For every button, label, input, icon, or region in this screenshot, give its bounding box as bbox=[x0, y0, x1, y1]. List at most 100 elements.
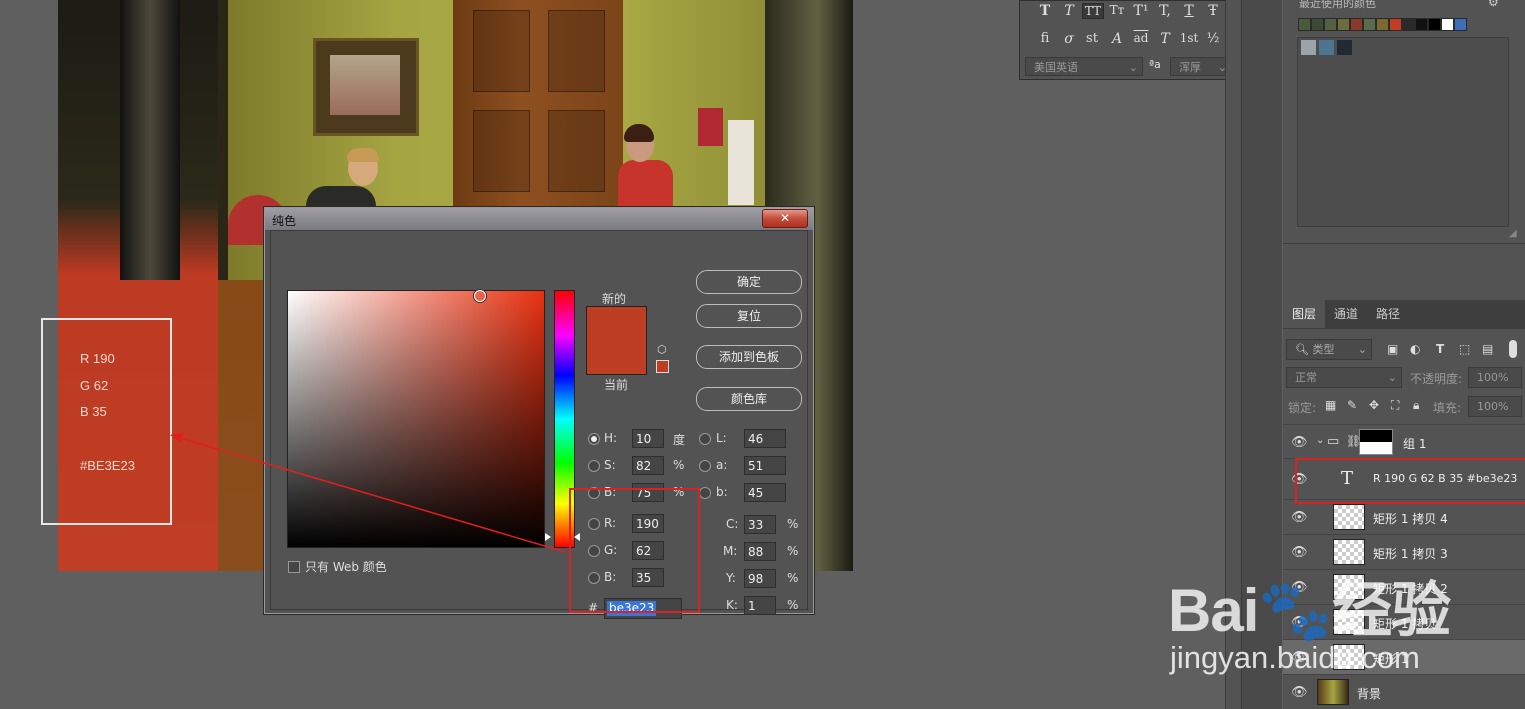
annotation-b: B 35 bbox=[80, 404, 107, 419]
web-safe-swatch[interactable] bbox=[656, 360, 669, 373]
reset-button[interactable]: 复位 bbox=[696, 304, 802, 328]
tab-paths[interactable]: 路径 bbox=[1367, 300, 1409, 328]
unit-percent: % bbox=[787, 517, 799, 531]
current-color-swatch[interactable] bbox=[586, 340, 647, 375]
antialias-dropdown[interactable]: 浑厚 ⌄ bbox=[1170, 57, 1232, 76]
language-dropdown[interactable]: 美国英语 ⌄ bbox=[1025, 57, 1143, 76]
recent-color-swatch[interactable] bbox=[1389, 18, 1402, 31]
recent-colors-row bbox=[1298, 0, 1498, 40]
close-button[interactable]: ✕ bbox=[762, 209, 808, 228]
m-field[interactable]: 88 bbox=[744, 542, 776, 561]
swash-icon[interactable]: A bbox=[1107, 31, 1127, 47]
hue-slider-left-arrow[interactable] bbox=[545, 533, 551, 541]
web-colors-checkbox[interactable] bbox=[288, 561, 300, 573]
recent-color-swatch[interactable] bbox=[1415, 18, 1428, 31]
s-field[interactable]: 82 bbox=[632, 456, 664, 475]
small-caps-icon[interactable]: Tт bbox=[1107, 3, 1127, 17]
radio-s[interactable] bbox=[588, 460, 600, 472]
label-s: S: bbox=[604, 458, 616, 472]
ordinals-icon[interactable]: 1st bbox=[1179, 31, 1199, 45]
layer-row[interactable]: 👁︎ 矩形 1 拷贝 4 bbox=[1283, 499, 1525, 534]
filter-shape-icon[interactable]: ⬚ bbox=[1459, 342, 1470, 356]
fill-label: 填充: bbox=[1433, 401, 1462, 415]
swatch-grid[interactable] bbox=[1297, 37, 1509, 227]
tab-channels[interactable]: 通道 bbox=[1325, 300, 1367, 328]
filter-pixel-icon[interactable]: ▣ bbox=[1387, 342, 1398, 356]
color-swatch[interactable] bbox=[1301, 40, 1316, 55]
lock-artboard-icon[interactable]: ⛶ bbox=[1391, 398, 1399, 413]
h-field[interactable]: 10 bbox=[632, 429, 664, 448]
lab-b-field[interactable]: 45 bbox=[744, 483, 786, 502]
fill-field[interactable]: 100% bbox=[1468, 396, 1522, 417]
discretionary-ligature-icon[interactable]: st bbox=[1082, 31, 1102, 46]
titling-alternates-icon[interactable]: T bbox=[1155, 31, 1175, 47]
l-field[interactable]: 46 bbox=[744, 429, 786, 448]
label-a: a: bbox=[716, 458, 728, 472]
radio-a[interactable] bbox=[699, 460, 711, 472]
faux-italic-icon[interactable]: T bbox=[1059, 3, 1079, 19]
recent-color-swatch[interactable] bbox=[1337, 18, 1350, 31]
radio-l[interactable] bbox=[699, 433, 711, 445]
layer-row-background[interactable]: 👁︎ 背景 bbox=[1283, 674, 1525, 709]
annotation-hex: #BE3E23 bbox=[80, 458, 135, 473]
filter-toggle[interactable] bbox=[1509, 340, 1517, 358]
lock-transparent-icon[interactable]: ▦ bbox=[1325, 398, 1336, 412]
visibility-eye-icon[interactable]: 👁︎ bbox=[1291, 685, 1308, 700]
cube-icon[interactable]: ⬡ bbox=[657, 344, 667, 355]
strikethrough-icon[interactable]: Ŧ bbox=[1203, 3, 1223, 19]
faux-bold-icon[interactable]: T bbox=[1035, 3, 1055, 19]
chevron-down-icon[interactable]: ⌄ bbox=[1316, 435, 1324, 446]
visibility-eye-icon[interactable]: 👁︎ bbox=[1291, 510, 1308, 525]
subscript-icon[interactable]: T, bbox=[1155, 3, 1175, 19]
y-field[interactable]: 98 bbox=[744, 569, 776, 588]
resize-grip-icon[interactable]: ◢ bbox=[1509, 228, 1517, 239]
color-libraries-button[interactable]: 颜色库 bbox=[696, 387, 802, 411]
recent-color-swatch[interactable] bbox=[1311, 18, 1324, 31]
color-field-cursor[interactable] bbox=[474, 290, 486, 302]
filter-adjustment-icon[interactable]: ◐ bbox=[1410, 342, 1420, 356]
fractions-icon[interactable]: ½ bbox=[1203, 31, 1223, 46]
layer-row-group[interactable]: 👁︎ ⌄ ▭ ⛓ 组 1 bbox=[1283, 424, 1525, 459]
recent-color-swatch[interactable] bbox=[1441, 18, 1454, 31]
recent-color-swatch[interactable] bbox=[1454, 18, 1467, 31]
visibility-eye-icon[interactable]: 👁︎ bbox=[1291, 435, 1308, 450]
lock-move-icon[interactable]: ✥ bbox=[1369, 398, 1379, 412]
filter-type-icon[interactable]: T bbox=[1436, 342, 1444, 356]
ok-button[interactable]: 确定 bbox=[696, 270, 802, 294]
recent-color-swatch[interactable] bbox=[1324, 18, 1337, 31]
piano bbox=[728, 120, 754, 205]
unit-percent: % bbox=[787, 571, 799, 585]
tab-layers[interactable]: 图层 bbox=[1283, 300, 1326, 328]
color-swatch[interactable] bbox=[1337, 40, 1352, 55]
color-field[interactable] bbox=[287, 290, 545, 548]
color-swatch[interactable] bbox=[1319, 40, 1334, 55]
c-field[interactable]: 33 bbox=[744, 515, 776, 534]
k-field[interactable]: 1 bbox=[744, 596, 776, 615]
lock-all-icon[interactable]: 🔒︎ bbox=[1413, 398, 1419, 413]
lock-paint-icon[interactable]: ✎ bbox=[1347, 398, 1357, 412]
superscript-icon[interactable]: T¹ bbox=[1131, 3, 1151, 19]
opacity-field[interactable]: 100% bbox=[1468, 367, 1522, 388]
ligature-icon[interactable]: fi bbox=[1035, 31, 1055, 46]
recent-color-swatch[interactable] bbox=[1350, 18, 1363, 31]
recent-color-swatch[interactable] bbox=[1428, 18, 1441, 31]
recent-color-swatch[interactable] bbox=[1402, 18, 1415, 31]
filter-smart-object-icon[interactable]: ▤ bbox=[1482, 342, 1493, 356]
layer-thumbnail bbox=[1317, 679, 1349, 705]
layer-filter-dropdown[interactable]: 🔍︎ 类型 ⌄ bbox=[1286, 339, 1372, 360]
stylistic-alternates-icon[interactable]: ad bbox=[1131, 31, 1151, 45]
recent-color-swatch[interactable] bbox=[1376, 18, 1389, 31]
recent-color-swatch[interactable] bbox=[1298, 18, 1311, 31]
recent-color-swatch[interactable] bbox=[1363, 18, 1376, 31]
visibility-eye-icon[interactable]: 👁︎ bbox=[1291, 545, 1308, 560]
a-field[interactable]: 51 bbox=[744, 456, 786, 475]
underline-icon[interactable]: T bbox=[1179, 3, 1199, 19]
all-caps-icon[interactable]: TT bbox=[1082, 3, 1104, 19]
add-to-swatches-button[interactable]: 添加到色板 bbox=[696, 345, 802, 369]
old-style-icon[interactable]: σ bbox=[1059, 31, 1079, 47]
blend-mode-dropdown[interactable]: 正常 ⌄ bbox=[1286, 367, 1402, 388]
color-annotation-box: R 190 G 62 B 35 #BE3E23 bbox=[41, 318, 172, 525]
radio-lab-b[interactable] bbox=[699, 487, 711, 499]
dialog-titlebar[interactable]: 纯色 bbox=[265, 208, 813, 230]
radio-h[interactable] bbox=[588, 433, 600, 445]
